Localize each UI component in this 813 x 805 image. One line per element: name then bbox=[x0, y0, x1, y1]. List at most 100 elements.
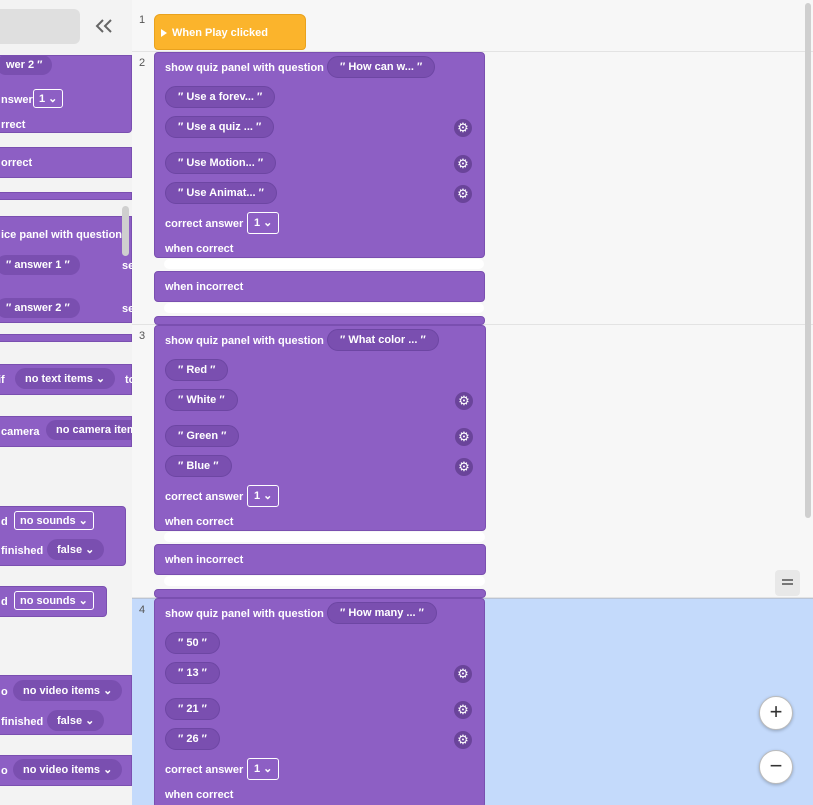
quiz-label: show quiz panel with question bbox=[165, 335, 324, 347]
palette-text: ice panel with question bbox=[1, 229, 123, 241]
palette-block-camera[interactable]: camera no camera item bbox=[0, 416, 132, 447]
when-incorrect-label: when incorrect bbox=[165, 281, 244, 293]
gear-icon[interactable]: ⚙ bbox=[454, 185, 472, 203]
gear-icon[interactable]: ⚙ bbox=[454, 665, 472, 683]
answer-input[interactable]: ″ Use Motion... ″ bbox=[165, 152, 277, 174]
quiz-label: show quiz panel with question bbox=[165, 608, 324, 620]
palette-block-sound[interactable]: d no sounds ⌄ bbox=[0, 586, 107, 617]
when-correct-slot[interactable] bbox=[164, 259, 484, 269]
answer-input[interactable]: ″ Use a quiz ... ″ bbox=[165, 116, 275, 138]
correct-answer-dropdown[interactable]: 1 ⌄ bbox=[247, 485, 280, 507]
when-correct-label: when correct bbox=[165, 789, 234, 801]
correct-answer-dropdown[interactable]: 1 ⌄ bbox=[247, 758, 280, 780]
question-input[interactable]: ″ What color ... ″ bbox=[327, 329, 439, 351]
palette-block-quiz[interactable]: wer 2 ″ nswer 1 ⌄ rrect bbox=[0, 55, 132, 133]
palette-text: rrect bbox=[1, 119, 26, 131]
answer-input[interactable]: ″ Blue ″ bbox=[165, 455, 232, 477]
gear-icon[interactable]: ⚙ bbox=[455, 428, 473, 446]
correct-answer-label: correct answer bbox=[165, 764, 244, 776]
palette-text: selecte bbox=[122, 303, 132, 315]
row-number: 4 bbox=[139, 604, 146, 616]
quiz-label: show quiz panel with question bbox=[165, 62, 324, 74]
palette-dropdown-pill[interactable]: no video items ⌄ bbox=[13, 680, 123, 701]
when-incorrect-slot[interactable] bbox=[164, 303, 484, 313]
zoom-in-button[interactable]: + bbox=[759, 696, 793, 730]
palette-scrollbar[interactable] bbox=[122, 206, 129, 256]
answer-input[interactable]: ″ Green ″ bbox=[165, 425, 240, 447]
palette-text: finished bbox=[1, 545, 44, 557]
palette-text: d bbox=[1, 596, 8, 608]
code-workspace[interactable]: 1 2 3 4 When Play clicked show quiz pane… bbox=[132, 0, 813, 805]
answer-input[interactable]: ″ Red ″ bbox=[165, 359, 229, 381]
play-icon bbox=[161, 29, 167, 37]
quiz-block-1[interactable]: show quiz panel with question ″ How can … bbox=[154, 52, 485, 258]
when-correct-slot[interactable] bbox=[164, 532, 485, 542]
palette-answer-pill: wer 2 ″ bbox=[0, 55, 53, 75]
answer-input[interactable]: ″ 50 ″ bbox=[165, 632, 220, 654]
palette-block-choice-panel[interactable]: ice panel with question ″ answer 1 ″ sel… bbox=[0, 216, 132, 323]
row-resize-handle-icon[interactable] bbox=[775, 570, 800, 596]
palette-dropdown-pill[interactable]: no text items ⌄ bbox=[15, 368, 116, 389]
palette-text: o bbox=[1, 765, 8, 777]
question-input[interactable]: ″ How many ... ″ bbox=[327, 602, 437, 624]
when-incorrect-slot[interactable] bbox=[164, 576, 485, 586]
palette-text: camera bbox=[1, 426, 40, 438]
gear-icon[interactable]: ⚙ bbox=[454, 155, 472, 173]
palette-block-text-items[interactable]: if no text items ⌄ to bbox=[0, 364, 132, 395]
block-end bbox=[154, 316, 485, 325]
when-correct-label: when correct bbox=[165, 516, 234, 528]
palette-text: finished bbox=[1, 716, 44, 728]
answer-input[interactable]: ″ Use Animat... ″ bbox=[165, 182, 277, 204]
palette-dropdown-pill[interactable]: false ⌄ bbox=[47, 539, 105, 560]
correct-answer-dropdown[interactable]: 1 ⌄ bbox=[247, 212, 280, 234]
palette-dropdown[interactable]: no sounds ⌄ bbox=[14, 511, 94, 530]
when-incorrect-label: when incorrect bbox=[165, 554, 244, 566]
block-palette: wer 2 ″ nswer 1 ⌄ rrect orrect ice panel… bbox=[0, 0, 132, 805]
palette-answer-pill[interactable]: ″ answer 1 ″ bbox=[0, 255, 80, 275]
palette-block-strip[interactable] bbox=[0, 334, 132, 342]
gear-icon[interactable]: ⚙ bbox=[455, 458, 473, 476]
question-input[interactable]: ″ How can w... ″ bbox=[327, 56, 436, 78]
palette-dropdown-pill[interactable]: false ⌄ bbox=[47, 710, 105, 731]
zoom-out-button[interactable]: − bbox=[759, 750, 793, 784]
when-incorrect-block[interactable]: when incorrect bbox=[154, 544, 486, 575]
palette-dropdown-pill[interactable]: no camera item bbox=[46, 420, 132, 440]
answer-input[interactable]: ″ 21 ″ bbox=[165, 698, 220, 720]
palette-text: selecte bbox=[122, 260, 132, 272]
palette-dropdown[interactable]: 1 ⌄ bbox=[33, 89, 64, 108]
event-label: When Play clicked bbox=[172, 27, 268, 39]
palette-block-strip[interactable] bbox=[0, 192, 132, 200]
palette-text: to bbox=[125, 374, 132, 386]
answer-input[interactable]: ″ 13 ″ bbox=[165, 662, 220, 684]
answer-input[interactable]: ″ Use a forev... ″ bbox=[165, 86, 276, 108]
correct-answer-label: correct answer bbox=[165, 218, 244, 230]
block-end bbox=[154, 589, 486, 598]
when-play-clicked-block[interactable]: When Play clicked bbox=[154, 14, 306, 50]
when-incorrect-block[interactable]: when incorrect bbox=[154, 271, 485, 302]
palette-block-video[interactable]: o no video items ⌄ finished false ⌄ bbox=[0, 675, 132, 735]
palette-text: d bbox=[1, 516, 8, 528]
row-number: 3 bbox=[139, 330, 146, 342]
palette-text: orrect bbox=[1, 157, 33, 169]
palette-search[interactable] bbox=[0, 9, 80, 44]
gear-icon[interactable]: ⚙ bbox=[455, 392, 473, 410]
answer-input[interactable]: ″ White ″ bbox=[165, 389, 238, 411]
palette-text: nswer bbox=[1, 94, 33, 106]
palette-block-correct[interactable]: orrect bbox=[0, 147, 132, 178]
quiz-block-3[interactable]: show quiz panel with question ″ How many… bbox=[154, 598, 485, 805]
when-correct-label: when correct bbox=[165, 243, 234, 255]
collapse-palette-icon[interactable] bbox=[93, 15, 115, 37]
palette-dropdown[interactable]: no sounds ⌄ bbox=[14, 591, 94, 610]
gear-icon[interactable]: ⚙ bbox=[454, 731, 472, 749]
answer-input[interactable]: ″ 26 ″ bbox=[165, 728, 220, 750]
gear-icon[interactable]: ⚙ bbox=[454, 701, 472, 719]
palette-answer-pill[interactable]: ″ answer 2 ″ bbox=[0, 298, 80, 318]
palette-block-video[interactable]: o no video items ⌄ bbox=[0, 755, 132, 786]
palette-block-sound[interactable]: d no sounds ⌄ finished false ⌄ bbox=[0, 506, 126, 566]
palette-dropdown-pill[interactable]: no video items ⌄ bbox=[13, 759, 123, 780]
quiz-block-2[interactable]: show quiz panel with question ″ What col… bbox=[154, 325, 486, 531]
row-number: 2 bbox=[139, 57, 146, 69]
workspace-scrollbar[interactable] bbox=[805, 3, 811, 518]
gear-icon[interactable]: ⚙ bbox=[454, 119, 472, 137]
correct-answer-label: correct answer bbox=[165, 491, 244, 503]
